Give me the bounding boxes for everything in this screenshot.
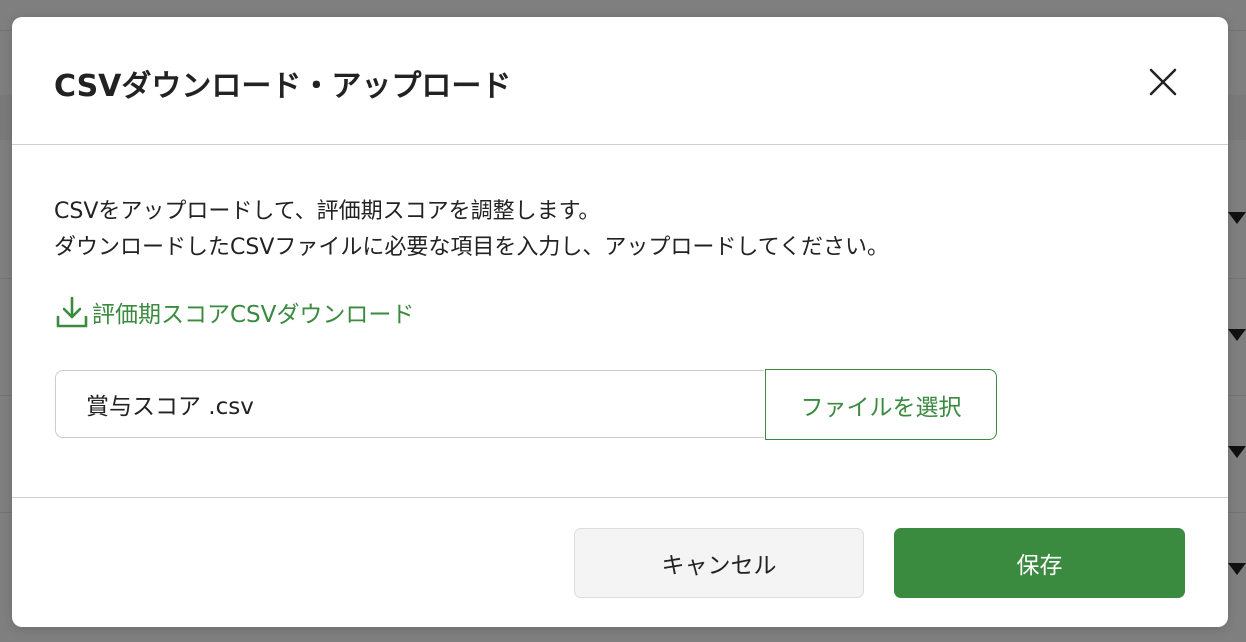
dialog-header: CSVダウンロード・アップロード	[12, 17, 1228, 145]
csv-download-link[interactable]: 評価期スコアCSVダウンロード	[54, 294, 414, 330]
dialog-title: CSVダウンロード・アップロード	[54, 69, 512, 104]
description-line-2: ダウンロードしたCSVファイルに必要な項目を入力し、アップロードしてください。	[54, 235, 890, 260]
background-caret-icon	[1228, 329, 1246, 341]
close-button[interactable]	[1143, 62, 1183, 102]
background-caret-icon	[1228, 563, 1246, 575]
download-link-label: 評価期スコアCSVダウンロード	[92, 302, 415, 328]
footer-divider	[12, 497, 1228, 498]
download-icon	[54, 294, 90, 330]
file-name-field[interactable]: 賞与スコア .csv	[55, 370, 764, 438]
background-caret-icon	[1228, 446, 1246, 458]
description-line-1: CSVをアップロードして、評価期スコアを調整します。	[54, 199, 601, 224]
csv-dialog: CSVダウンロード・アップロード CSVをアップロードして、評価期スコアを調整し…	[12, 17, 1228, 627]
select-file-button[interactable]: ファイルを選択	[765, 369, 997, 440]
selected-file-name: 賞与スコア .csv	[86, 394, 254, 420]
cancel-button[interactable]: キャンセル	[574, 528, 864, 598]
close-icon	[1149, 68, 1177, 96]
background-caret-icon	[1228, 212, 1246, 224]
save-button[interactable]: 保存	[894, 528, 1185, 598]
